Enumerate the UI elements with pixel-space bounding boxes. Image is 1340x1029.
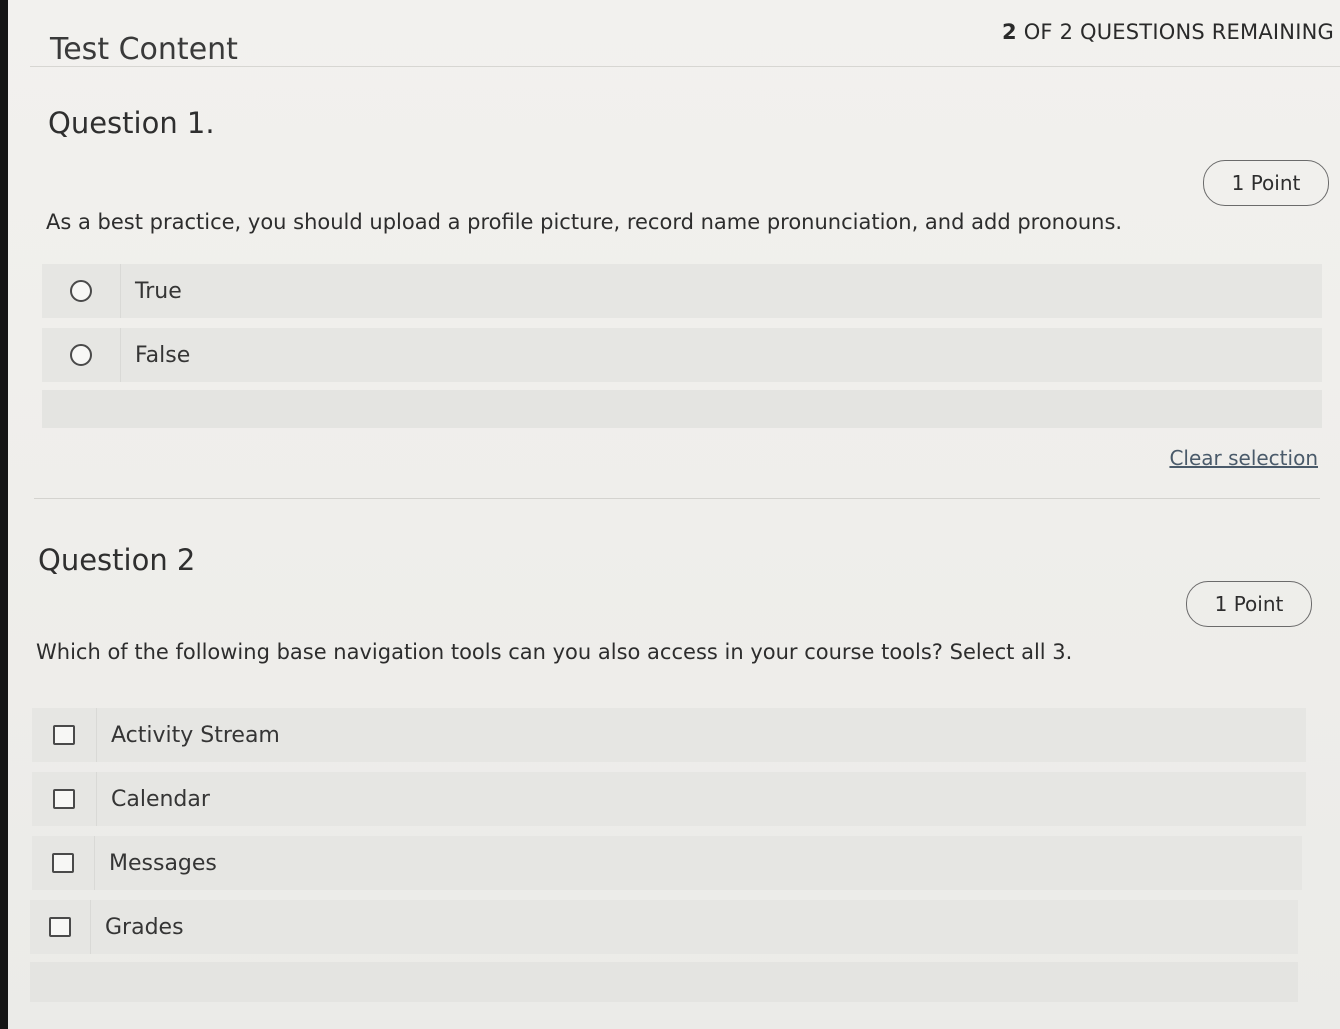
question-1-text: As a best practice, you should upload a …	[46, 210, 1123, 234]
test-page: 2 OF 2 QUESTIONS REMAINING Test Content …	[0, 0, 1340, 1029]
question-divider	[34, 498, 1320, 499]
radio-button[interactable]	[70, 280, 92, 302]
option-list-end	[42, 390, 1322, 428]
question-2-option-grades[interactable]: Grades	[30, 900, 1298, 954]
radio-button[interactable]	[70, 344, 92, 366]
option-label: Messages	[109, 850, 217, 876]
option-label: Calendar	[111, 786, 210, 812]
option-label: Activity Stream	[111, 722, 280, 748]
question-1-option-true[interactable]: True	[42, 264, 1322, 318]
option-label: True	[135, 278, 182, 304]
screen-bezel	[0, 0, 8, 1029]
checkbox[interactable]	[53, 725, 75, 745]
clear-selection-link[interactable]: Clear selection	[1169, 446, 1318, 470]
option-label: Grades	[105, 914, 184, 940]
option-list-end	[30, 962, 1298, 1002]
question-2-text: Which of the following base navigation t…	[36, 640, 1073, 664]
checkbox[interactable]	[52, 853, 74, 873]
question-1-heading: Question 1.	[48, 106, 215, 140]
checkbox[interactable]	[49, 917, 71, 937]
questions-remaining-indicator: 2 OF 2 QUESTIONS REMAINING	[1002, 20, 1334, 44]
page-title: Test Content	[50, 32, 238, 67]
question-2-option-calendar[interactable]: Calendar	[32, 772, 1306, 826]
remaining-text: OF 2 QUESTIONS REMAINING	[1023, 20, 1334, 44]
remaining-count: 2	[1001, 20, 1017, 44]
question-2-heading: Question 2	[38, 543, 196, 577]
question-2-option-activity-stream[interactable]: Activity Stream	[32, 708, 1306, 762]
question-1-option-false[interactable]: False	[42, 328, 1322, 382]
option-label: False	[135, 342, 191, 368]
question-2-option-messages[interactable]: Messages	[32, 836, 1302, 890]
checkbox[interactable]	[53, 789, 75, 809]
question-2-points-badge: 1 Point	[1186, 581, 1312, 627]
question-1-points-badge: 1 Point	[1203, 160, 1329, 206]
